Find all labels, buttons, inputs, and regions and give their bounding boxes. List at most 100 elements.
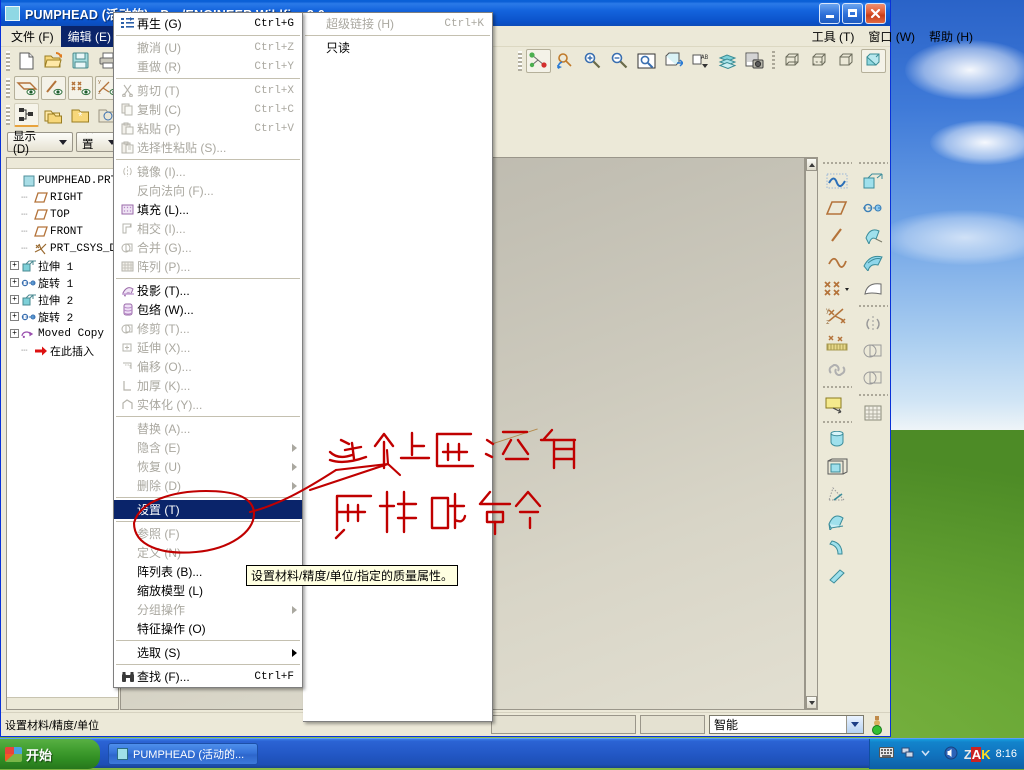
menu-file[interactable]: 文件 (F) — [4, 26, 61, 47]
tree-row[interactable]: ┄ 在此插入 — [7, 342, 118, 359]
menu-item-references[interactable]: 参照 (F) — [114, 524, 302, 543]
menu-item-hyperlink[interactable]: 超级链接 (H) Ctrl+K — [303, 14, 492, 33]
menu-tools[interactable]: 工具 (T) — [805, 26, 862, 47]
pattern-tool-button[interactable] — [858, 399, 888, 426]
display-shaded-button[interactable] — [861, 49, 886, 73]
revolve-surface-button[interactable] — [858, 194, 888, 221]
clock[interactable]: 8:16 — [996, 748, 1017, 760]
network-icon[interactable] — [901, 747, 914, 762]
maximize-button[interactable] — [842, 3, 863, 24]
folder-browser-button[interactable] — [41, 103, 66, 127]
tree-row[interactable]: + 拉伸 1 — [7, 257, 118, 274]
model-tree-button[interactable] — [14, 103, 39, 127]
tree-row[interactable]: ┄ TOP — [7, 206, 118, 223]
sketch-button[interactable] — [822, 167, 852, 194]
datum-curve-create-button[interactable] — [822, 248, 852, 275]
tree-row[interactable]: + Moved Copy — [7, 325, 118, 342]
spin-center-button[interactable] — [526, 49, 551, 73]
menu-item-feature-operations[interactable]: 特征操作 (O) — [114, 619, 302, 638]
menu-item-offset[interactable]: 偏移 (O)... — [114, 357, 302, 376]
scroll-down-arrow[interactable] — [806, 696, 817, 709]
layers-button[interactable] — [715, 49, 740, 73]
menu-item-intersect[interactable]: 相交 (I)... — [114, 219, 302, 238]
tree-row[interactable]: + 拉伸 2 — [7, 291, 118, 308]
boundary-blend-button[interactable] — [858, 275, 888, 302]
tree-row[interactable]: + 旋转 1 — [7, 274, 118, 291]
expand-toggle[interactable]: + — [10, 295, 19, 304]
zoom-out-button[interactable] — [607, 49, 632, 73]
screen-capture-button[interactable] — [742, 49, 767, 73]
selection-filter-combo[interactable]: 智能 — [709, 715, 864, 734]
round-feature-button[interactable] — [822, 534, 852, 561]
menu-help[interactable]: 帮助 (H) — [922, 26, 980, 47]
close-button[interactable] — [865, 3, 886, 24]
shell-feature-button[interactable] — [822, 453, 852, 480]
analysis-point-button[interactable] — [822, 329, 852, 356]
datum-plane-create-button[interactable] — [822, 194, 852, 221]
expand-toggle[interactable]: + — [10, 278, 19, 287]
trim-tool-button[interactable] — [858, 337, 888, 364]
tree-show-button[interactable]: 显示 (D) — [7, 132, 73, 152]
menu-item-paste-special[interactable]: 选择性粘贴 (S)... — [114, 138, 302, 157]
surface-offset-button[interactable] — [822, 391, 852, 418]
datum-csys-create-button[interactable]: yz — [822, 302, 852, 329]
volume-icon[interactable] — [944, 746, 958, 763]
zoom-in-button[interactable] — [580, 49, 605, 73]
menu-item-copy[interactable]: 复制 (C) Ctrl+C — [114, 100, 302, 119]
graphics-vertical-scrollbar[interactable] — [805, 157, 818, 710]
tree-row[interactable]: + 旋转 2 — [7, 308, 118, 325]
chamfer-feature-button[interactable] — [822, 561, 852, 588]
toolbar-grip[interactable] — [6, 78, 10, 98]
menu-item-pattern[interactable]: 阵列 (P)... — [114, 257, 302, 276]
menu-item-readonly[interactable]: 只读 — [303, 38, 492, 57]
expand-toggle[interactable]: + — [10, 312, 19, 321]
keyboard-icon[interactable] — [879, 747, 894, 761]
model-tree-panel[interactable]: PUMPHEAD.PRT ┄ RIGHT ┄ TOP — [6, 157, 119, 710]
menu-item-definition[interactable]: 定义 (N) — [114, 543, 302, 562]
menu-item-thicken[interactable]: 加厚 (K)... — [114, 376, 302, 395]
menu-item-redo[interactable]: 重做 (R) Ctrl+Y — [114, 57, 302, 76]
datum-point-display-button[interactable] — [68, 76, 93, 100]
menu-item-trim[interactable]: 修剪 (T)... — [114, 319, 302, 338]
tree-row[interactable]: ┄ PRT_CSYS_DEF — [7, 240, 118, 257]
start-button[interactable]: 开始 — [0, 739, 100, 769]
menu-item-flip-normal[interactable]: 反向法向 (F)... — [114, 181, 302, 200]
menu-item-group-operations[interactable]: 分组操作 — [114, 600, 302, 619]
menu-item-suppress[interactable]: 隐含 (E) — [114, 438, 302, 457]
datum-plane-display-button[interactable] — [14, 76, 39, 100]
display-hidden-line-button[interactable] — [807, 49, 832, 73]
menu-item-paste[interactable]: 粘贴 (P) Ctrl+V — [114, 119, 302, 138]
annotation-button[interactable]: AB — [688, 49, 713, 73]
menu-item-select[interactable]: 选取 (S) — [114, 643, 302, 662]
menu-item-solidify[interactable]: 实体化 (Y)... — [114, 395, 302, 414]
menu-item-project[interactable]: 投影 (T)... — [114, 281, 302, 300]
menu-item-setup[interactable]: 设置 (T) — [114, 500, 302, 519]
chevron-down-icon[interactable] — [846, 716, 863, 733]
tree-row[interactable]: ┄ RIGHT — [7, 189, 118, 206]
menu-item-wrap[interactable]: 包络 (W)... — [114, 300, 302, 319]
mirror-tool-button[interactable] — [858, 310, 888, 337]
chevron-down-icon[interactable] — [921, 748, 930, 760]
tree-row[interactable]: PUMPHEAD.PRT — [7, 172, 118, 189]
new-file-button[interactable] — [14, 49, 39, 73]
datum-point-create-button[interactable] — [820, 275, 854, 302]
expand-toggle[interactable]: + — [10, 261, 19, 270]
menu-item-cut[interactable]: 剪切 (T) Ctrl+X — [114, 81, 302, 100]
tree-row[interactable]: ┄ FRONT — [7, 223, 118, 240]
toolbar-grip[interactable] — [6, 105, 10, 125]
minimize-button[interactable] — [819, 3, 840, 24]
scroll-up-arrow[interactable] — [806, 158, 817, 171]
edit-menu-column-2[interactable]: 超级链接 (H) Ctrl+K 只读 — [303, 12, 493, 722]
display-no-hidden-button[interactable] — [834, 49, 859, 73]
draft-feature-button[interactable] — [822, 480, 852, 507]
sweep-feature-button[interactable] — [822, 507, 852, 534]
extrude-feature-button[interactable] — [822, 426, 852, 453]
repaint-button[interactable] — [553, 49, 578, 73]
menu-item-merge[interactable]: 合并 (G)... — [114, 238, 302, 257]
taskbar-item-pumphead[interactable]: PUMPHEAD (活动的... — [108, 743, 258, 765]
display-wireframe-button[interactable] — [780, 49, 805, 73]
toolbar-grip[interactable] — [6, 51, 10, 71]
reference-link-button[interactable] — [822, 356, 852, 383]
menu-item-mirror[interactable]: 镜像 (I)... — [114, 162, 302, 181]
sweep-surface-button[interactable] — [858, 221, 888, 248]
